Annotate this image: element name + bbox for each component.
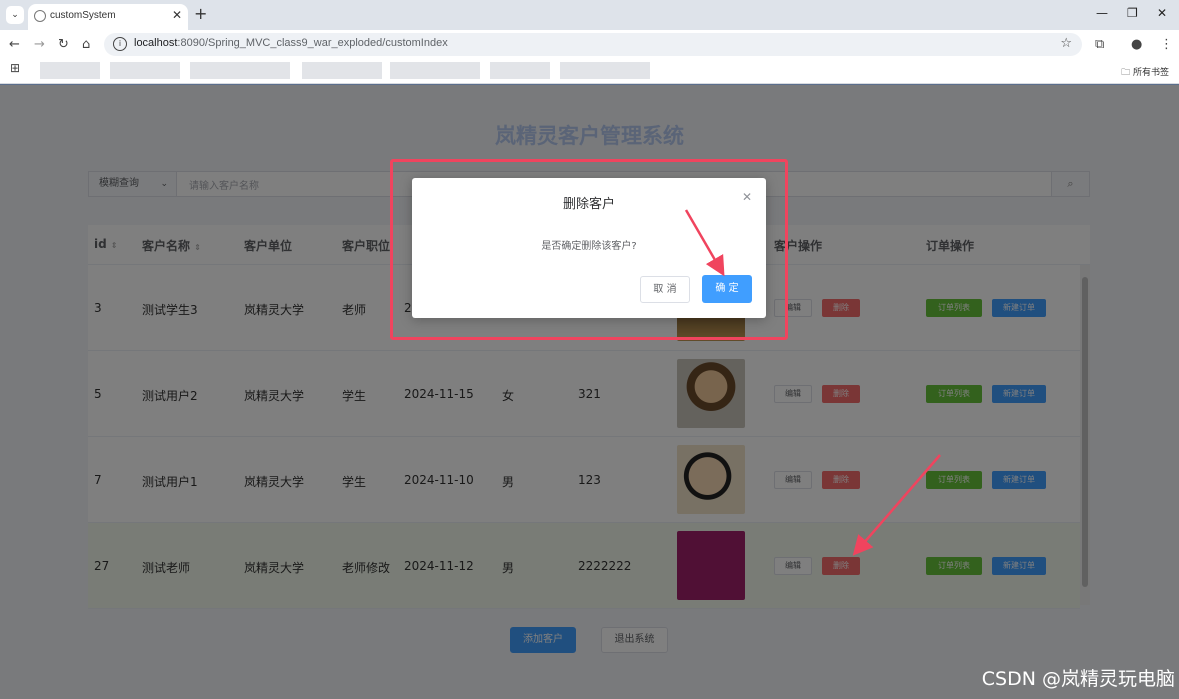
watermark: CSDN @岚精灵玩电脑 xyxy=(981,668,1175,690)
new-tab-icon[interactable]: + xyxy=(194,4,207,23)
close-icon[interactable]: ✕ xyxy=(172,8,182,22)
address-bar-row: ← → ↻ ⌂ i localhost:8090/Spring_MVC_clas… xyxy=(0,30,1179,59)
tab-title: customSystem xyxy=(50,10,116,21)
bookmark-item[interactable] xyxy=(40,62,100,79)
home-icon[interactable]: ⌂ xyxy=(82,37,90,52)
globe-icon xyxy=(34,10,46,22)
bookmark-item[interactable] xyxy=(190,62,290,79)
tab-search-icon[interactable]: ⌄ xyxy=(6,6,24,24)
reload-icon[interactable]: ↻ xyxy=(58,37,69,52)
bookmark-item[interactable] xyxy=(390,62,480,79)
bookmark-item[interactable] xyxy=(110,62,180,79)
menu-icon[interactable]: ⋮ xyxy=(1160,37,1173,52)
browser-tab-strip: ⌄ customSystem ✕ + — ❐ ✕ xyxy=(0,0,1179,30)
url-field[interactable]: i localhost:8090/Spring_MVC_class9_war_e… xyxy=(104,33,1082,56)
minimize-icon[interactable]: — xyxy=(1096,6,1108,20)
apps-grid-icon[interactable]: ⊞ xyxy=(10,61,20,75)
back-icon[interactable]: ← xyxy=(9,37,20,52)
annotation-highlight-box xyxy=(390,159,788,340)
bookmark-item[interactable] xyxy=(302,62,382,79)
bookmark-star-icon[interactable]: ☆ xyxy=(1060,36,1072,51)
extensions-icon[interactable]: ⧉ xyxy=(1095,37,1104,52)
browser-tab[interactable]: customSystem ✕ xyxy=(28,4,188,30)
profile-icon[interactable]: ● xyxy=(1131,37,1142,52)
bookmark-item[interactable] xyxy=(560,62,650,79)
site-info-icon[interactable]: i xyxy=(113,37,127,51)
restore-icon[interactable]: ❐ xyxy=(1127,6,1138,20)
window-close-icon[interactable]: ✕ xyxy=(1157,6,1167,20)
bookmarks-bar: ⊞ 🗀 所有书签 xyxy=(0,59,1179,84)
all-bookmarks[interactable]: 🗀 所有书签 xyxy=(1121,65,1169,81)
forward-icon[interactable]: → xyxy=(34,37,45,52)
bookmark-item[interactable] xyxy=(490,62,550,79)
url-text: localhost:8090/Spring_MVC_class9_war_exp… xyxy=(134,37,448,49)
